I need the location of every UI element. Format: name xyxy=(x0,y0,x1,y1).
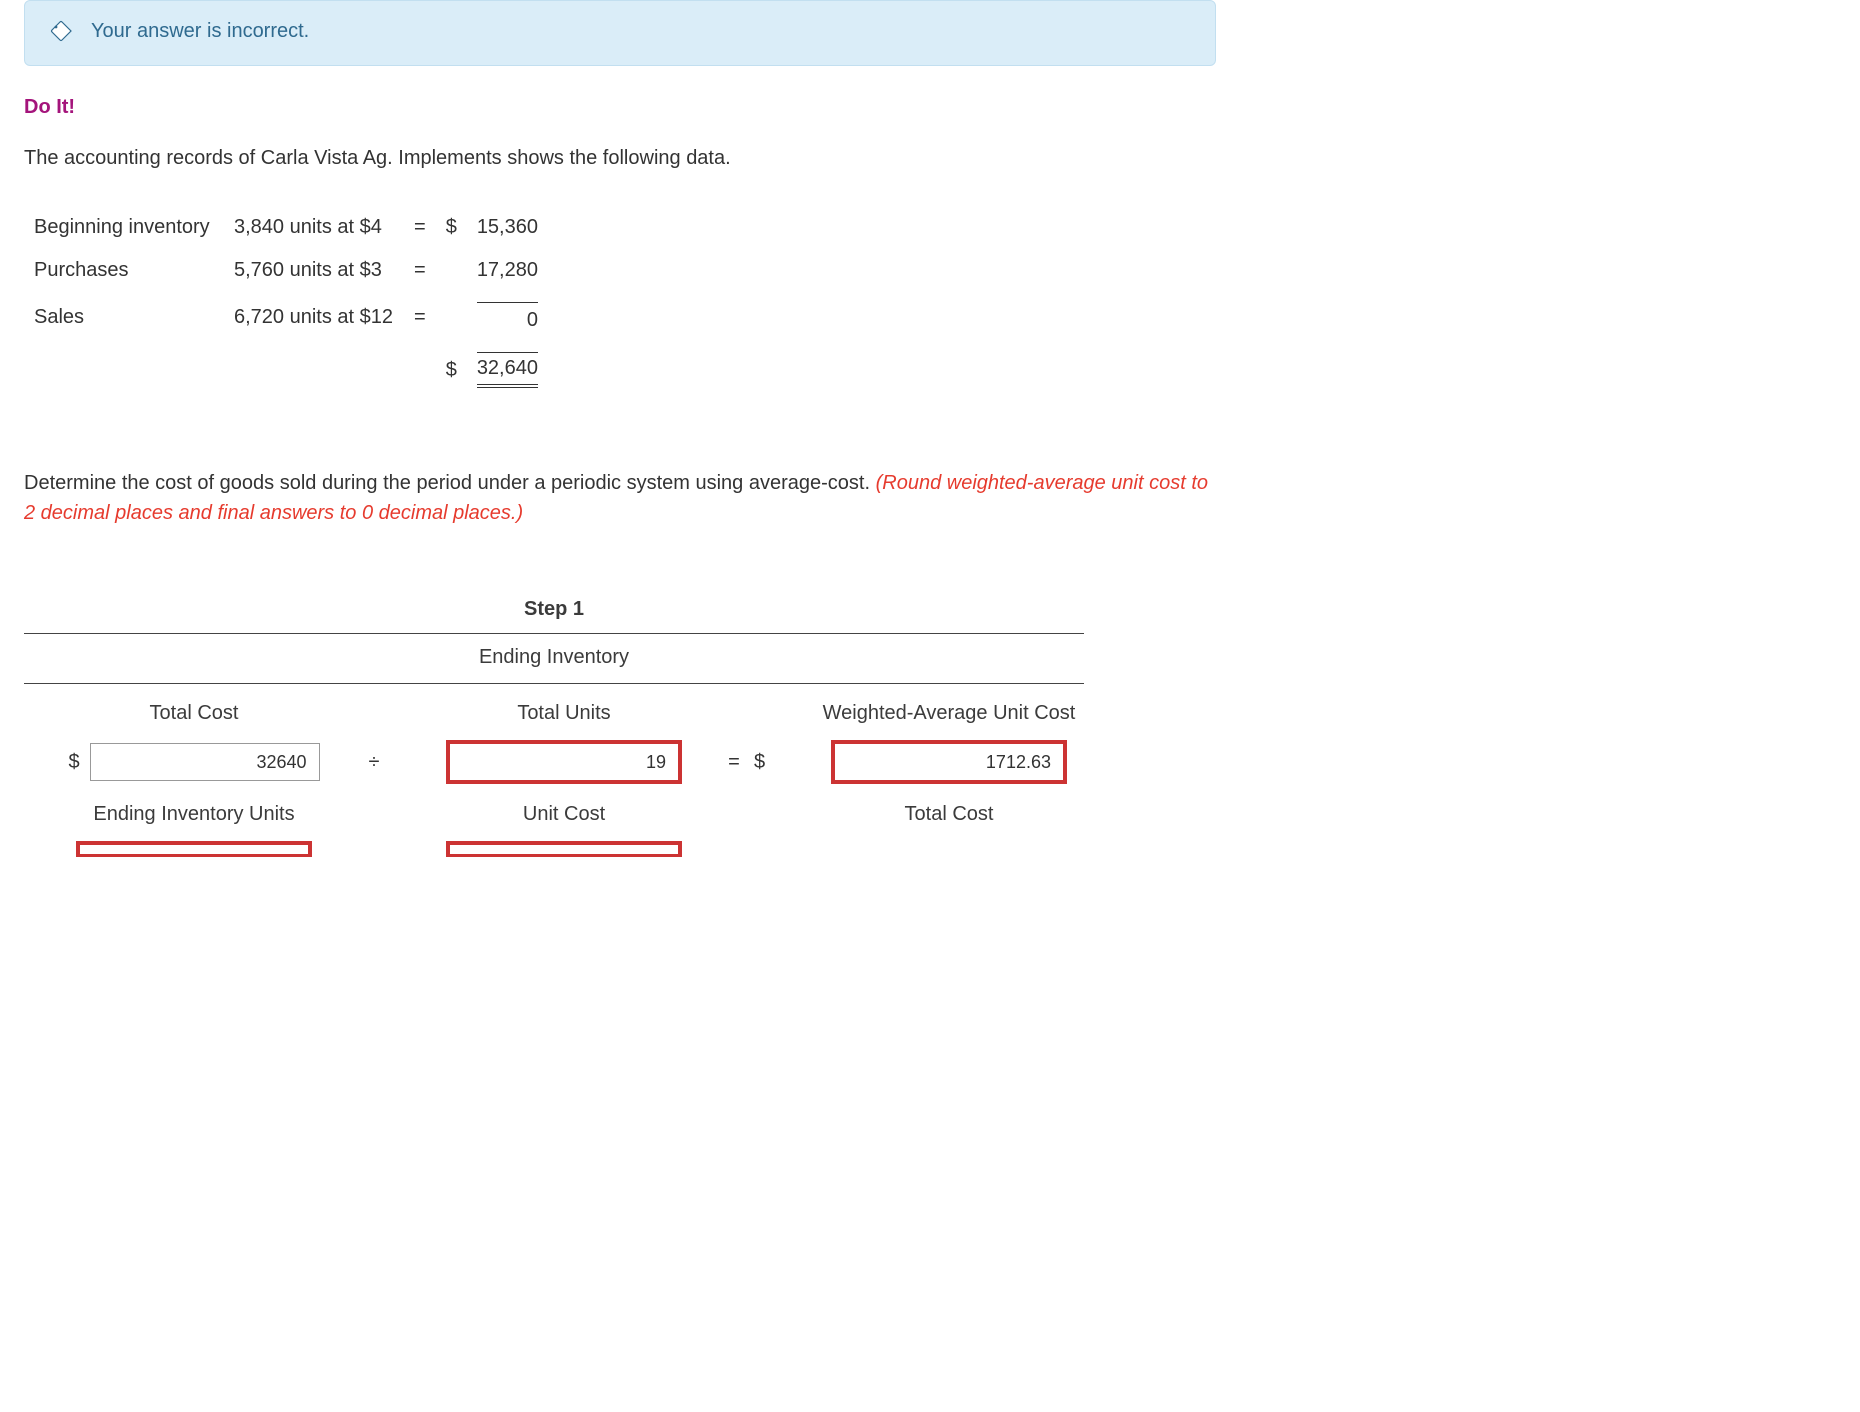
table-row: $ 32,640 xyxy=(24,342,548,398)
equals-sign: = xyxy=(724,751,744,774)
ledger-label: Sales xyxy=(24,292,224,342)
intro-text: The accounting records of Carla Vista Ag… xyxy=(24,147,1216,170)
instruction-text: Determine the cost of goods sold during … xyxy=(24,468,1216,528)
ledger-amount: 0 xyxy=(467,292,548,342)
table-row: Beginning inventory 3,840 units at $4 = … xyxy=(24,206,548,249)
step-1-section: Step 1 Ending Inventory Total Cost Total… xyxy=(24,588,1084,854)
dollar-sign: $ xyxy=(68,751,79,774)
table-row: Purchases 5,760 units at $3 = 17,280 xyxy=(24,249,548,292)
wauc-input[interactable] xyxy=(834,743,1064,781)
unit-cost-input-partial[interactable] xyxy=(449,844,679,854)
dollar-sign: $ xyxy=(436,342,467,398)
divide-sign: ÷ xyxy=(364,751,384,774)
ledger-units: 6,720 units at $12 xyxy=(224,292,404,342)
dollar-sign xyxy=(436,249,467,292)
col-total-cost: Total Cost xyxy=(24,684,364,743)
col-wauc: Weighted-Average Unit Cost xyxy=(794,684,1104,743)
ledger-total: 32,640 xyxy=(467,342,548,398)
step-subtitle: Ending Inventory xyxy=(24,634,1084,684)
ledger-amount: 17,280 xyxy=(467,249,548,292)
ledger-amount: 15,360 xyxy=(467,206,548,249)
ledger-label: Beginning inventory xyxy=(24,206,224,249)
total-cost-input[interactable] xyxy=(90,743,320,781)
col-total-units: Total Units xyxy=(404,684,724,743)
ledger-units: 5,760 units at $3 xyxy=(224,249,404,292)
step-title: Step 1 xyxy=(24,588,1084,634)
label-ending-inv-units: Ending Inventory Units xyxy=(24,803,364,826)
total-units-input[interactable] xyxy=(449,743,679,781)
ledger-units: 3,840 units at $4 xyxy=(224,206,404,249)
alert-incorrect: Your answer is incorrect. xyxy=(24,0,1216,66)
dollar-sign: $ xyxy=(754,751,794,774)
total-units-cell xyxy=(404,743,724,781)
ledger-table: Beginning inventory 3,840 units at $4 = … xyxy=(24,206,548,398)
tag-icon xyxy=(49,19,73,43)
dollar-sign: $ xyxy=(436,206,467,249)
equals-sign: = xyxy=(404,206,436,249)
label-unit-cost: Unit Cost xyxy=(404,803,724,826)
dollar-sign xyxy=(436,292,467,342)
equals-sign: = xyxy=(404,249,436,292)
section-heading: Do It! xyxy=(24,96,1216,119)
wauc-cell xyxy=(794,743,1104,781)
alert-message: Your answer is incorrect. xyxy=(91,20,309,43)
label-total-cost-2: Total Cost xyxy=(794,803,1104,826)
total-cost-cell: $ xyxy=(24,743,364,781)
ending-inv-units-input-partial[interactable] xyxy=(79,844,309,854)
table-row: Sales 6,720 units at $12 = 0 xyxy=(24,292,548,342)
equals-sign: = xyxy=(404,292,436,342)
ledger-label: Purchases xyxy=(24,249,224,292)
instruction-main: Determine the cost of goods sold during … xyxy=(24,472,876,494)
